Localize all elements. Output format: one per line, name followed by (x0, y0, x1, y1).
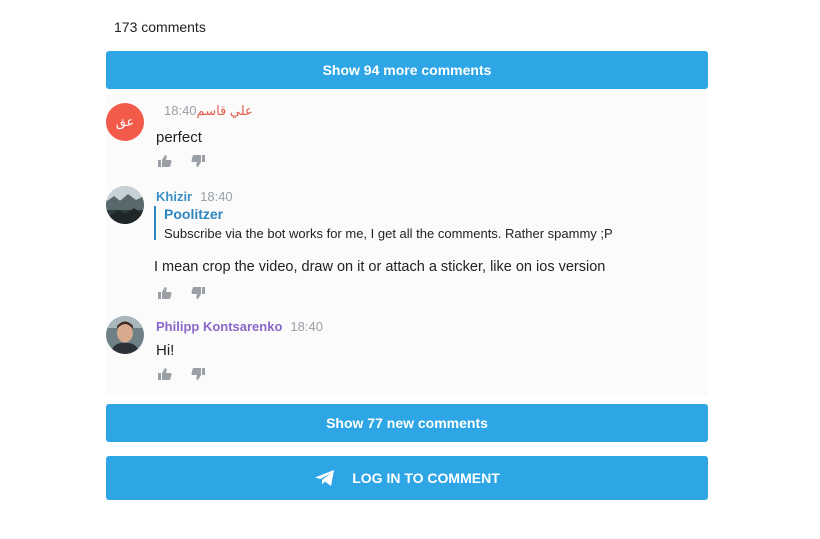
thumbs-up-icon[interactable] (156, 366, 172, 382)
comment-header: Philipp Kontsarenko 18:40 (156, 319, 323, 334)
comment-time[interactable]: 18:40 (164, 103, 197, 118)
avatar[interactable] (106, 186, 144, 224)
reply-quote[interactable]: Poolitzer Subscribe via the bot works fo… (154, 206, 684, 241)
show-more-comments-button[interactable]: Show 94 more comments (106, 51, 708, 89)
comment-header: Khizir 18:40 (156, 189, 233, 204)
comment-author[interactable]: Khizir (156, 189, 192, 204)
comment-time[interactable]: 18:40 (200, 189, 233, 204)
thumbs-up-icon[interactable] (156, 153, 172, 169)
comment-time[interactable]: 18:40 (290, 319, 323, 334)
comment-author[interactable]: علي قاسم (197, 103, 253, 118)
login-to-comment-button[interactable]: LOG IN TO COMMENT (106, 456, 708, 500)
reply-text: Subscribe via the bot works for me, I ge… (164, 226, 613, 241)
comment-text: perfect (156, 129, 202, 146)
comments-count: 173 comments (114, 19, 206, 35)
thumbs-down-icon[interactable] (190, 366, 206, 382)
comment-item: Khizir 18:40 Poolitzer Subscribe via the … (106, 186, 708, 302)
thumbs-down-icon[interactable] (190, 285, 206, 301)
show-new-comments-button[interactable]: Show 77 new comments (106, 404, 708, 442)
comment-reactions (156, 366, 206, 382)
comment-text: I mean crop the video, draw on it or att… (154, 259, 606, 275)
avatar[interactable] (106, 316, 144, 354)
comment-reactions (156, 285, 206, 301)
thumbs-up-icon[interactable] (156, 285, 172, 301)
login-label: LOG IN TO COMMENT (352, 470, 500, 486)
comment-item: عق علي قاسم18:40 perfect (106, 103, 708, 173)
thumbs-down-icon[interactable] (190, 153, 206, 169)
comment-header: علي قاسم18:40 (156, 103, 253, 119)
comment-text: Hi! (156, 342, 175, 359)
comment-item: Philipp Kontsarenko 18:40 Hi! (106, 316, 708, 386)
avatar[interactable]: عق (106, 103, 144, 141)
comment-author[interactable]: Philipp Kontsarenko (156, 319, 282, 334)
telegram-plane-icon (314, 469, 336, 487)
comment-reactions (156, 153, 206, 169)
reply-author: Poolitzer (164, 206, 224, 222)
